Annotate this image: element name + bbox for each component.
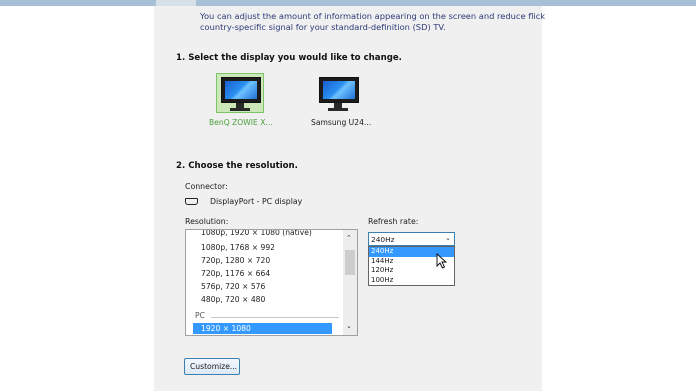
- display-benq[interactable]: [216, 73, 264, 117]
- scrollbar-thumb[interactable]: [345, 250, 355, 275]
- choose-resolution-heading: 2. Choose the resolution.: [176, 161, 298, 171]
- connector-label: Connector:: [185, 182, 228, 191]
- resolution-label: Resolution:: [185, 217, 229, 226]
- scroll-up-icon[interactable]: ⌃: [346, 234, 352, 242]
- list-item[interactable]: 480p, 720 × 480: [201, 295, 265, 304]
- resolution-scrollbar[interactable]: ⌃ ⌄: [343, 230, 357, 335]
- refresh-rate-value: 240Hz: [371, 235, 395, 244]
- refresh-rate-select[interactable]: 240Hz ⌄: [368, 232, 455, 246]
- group-divider: [211, 317, 339, 318]
- list-item[interactable]: 1080p, 1920 × 1080 (native): [201, 230, 312, 237]
- mouse-cursor-icon: [436, 253, 448, 269]
- display-benq-label[interactable]: BenQ ZOWIE X...: [209, 118, 273, 127]
- list-item[interactable]: 720p, 1176 × 664: [201, 269, 270, 278]
- monitor-icon: [221, 77, 261, 103]
- intro-text: You can adjust the amount of information…: [200, 11, 545, 33]
- list-item[interactable]: 1080p, 1768 × 992: [201, 243, 275, 252]
- refresh-option-text: 100Hz: [371, 275, 394, 284]
- pc-group-label: PC: [195, 311, 205, 320]
- selected-resolution-item[interactable]: 1920 × 1080: [193, 323, 332, 334]
- customize-button[interactable]: Customize...: [184, 358, 240, 375]
- intro-line-2: country-specific signal for your standar…: [200, 22, 446, 32]
- intro-line-1: You can adjust the amount of information…: [200, 11, 545, 21]
- scroll-down-icon[interactable]: ⌄: [346, 322, 352, 330]
- refresh-option-text: 240Hz: [371, 247, 394, 255]
- list-item[interactable]: 720p, 1280 × 720: [201, 256, 270, 265]
- selected-resolution-text: 1920 × 1080: [201, 324, 251, 333]
- monitor-base: [328, 108, 348, 111]
- refresh-option-text: 120Hz: [371, 266, 394, 274]
- refresh-option[interactable]: 100Hz: [369, 276, 454, 286]
- monitor-base: [230, 108, 250, 111]
- select-display-heading: 1. Select the display you would like to …: [176, 53, 402, 63]
- customize-button-label: Customize...: [190, 362, 238, 371]
- refresh-rate-label: Refresh rate:: [368, 217, 419, 226]
- list-item[interactable]: 576p, 720 × 576: [201, 282, 265, 291]
- connector-value: DisplayPort - PC display: [210, 197, 303, 206]
- display-samsung[interactable]: [314, 73, 362, 117]
- chevron-down-icon: ⌄: [445, 234, 451, 242]
- resolution-list[interactable]: 1080p, 1920 × 1080 (native) 1080p, 1768 …: [185, 229, 358, 336]
- displayport-icon: [185, 198, 198, 205]
- display-samsung-label[interactable]: Samsung U24...: [311, 118, 371, 127]
- monitor-icon: [319, 77, 359, 103]
- refresh-option-text: 144Hz: [371, 256, 394, 265]
